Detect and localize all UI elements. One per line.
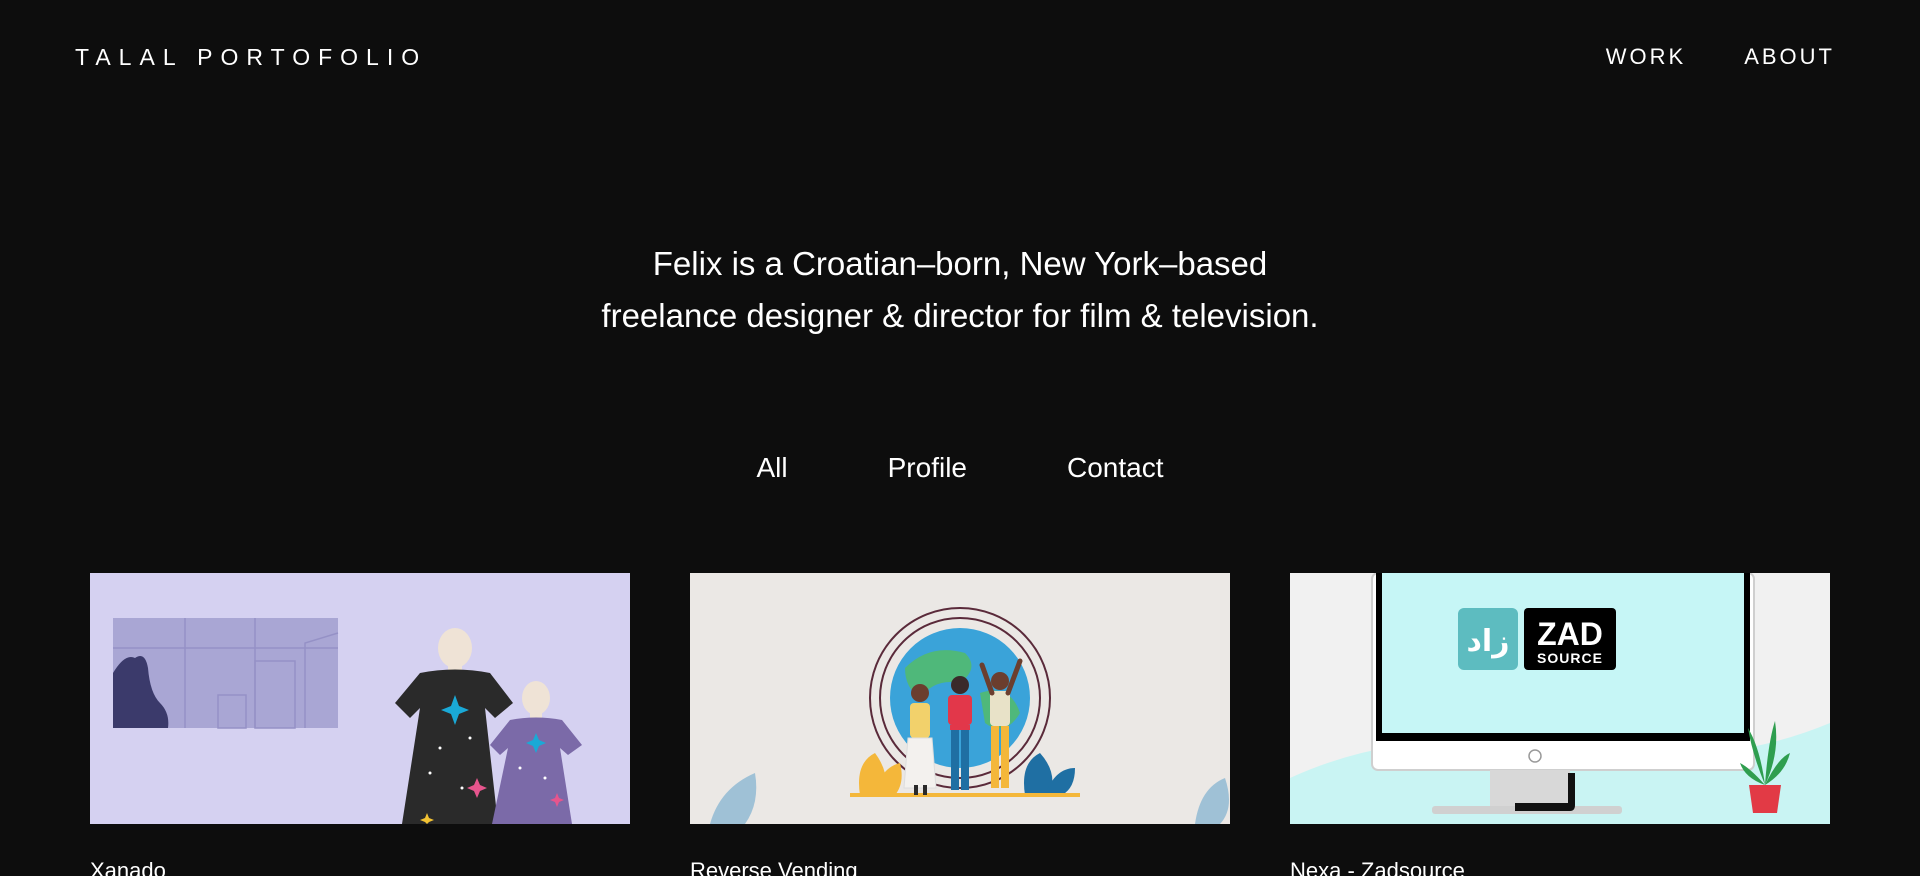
brand-logo[interactable]: TALAL PORTOFOLIO bbox=[75, 44, 427, 71]
project-title-nexa-zadsource[interactable]: Nexa - Zadsource bbox=[1290, 858, 1465, 876]
project-card-reverse-vending[interactable]: Reverse Vending bbox=[690, 573, 1230, 876]
main-nav: WORK ABOUT bbox=[1606, 44, 1835, 70]
reverse-vending-illustration bbox=[690, 573, 1230, 824]
filter-all[interactable]: All bbox=[757, 452, 788, 484]
nav-about-link[interactable]: ABOUT bbox=[1744, 44, 1835, 70]
filter-bar: All Profile Contact bbox=[0, 452, 1920, 484]
logo-arabic-text: زاد bbox=[1467, 624, 1510, 659]
project-thumbnail-reverse-vending[interactable] bbox=[690, 573, 1230, 824]
hero-line-1: Felix is a Croatian–born, New York–based bbox=[652, 245, 1268, 282]
hero-line-2: freelance designer & director for film &… bbox=[601, 297, 1319, 334]
nav-work-link[interactable]: WORK bbox=[1606, 44, 1686, 70]
project-title-reverse-vending[interactable]: Reverse Vending bbox=[690, 858, 858, 876]
project-card-nexa-zadsource[interactable]: زاد ZAD SOURCE Nexa - Zadsource bbox=[1290, 573, 1830, 876]
filter-profile[interactable]: Profile bbox=[888, 452, 967, 484]
project-thumbnail-nexa-zadsource[interactable]: زاد ZAD SOURCE bbox=[1290, 573, 1830, 824]
xanado-illustration bbox=[90, 573, 630, 824]
logo-source-text: SOURCE bbox=[1537, 650, 1603, 666]
hero-intro: Felix is a Croatian–born, New York–based… bbox=[0, 238, 1920, 342]
zadsource-illustration: زاد ZAD SOURCE bbox=[1290, 573, 1830, 824]
portfolio-page: TALAL PORTOFOLIO WORK ABOUT Felix is a C… bbox=[0, 0, 1920, 876]
project-thumbnail-xanado[interactable] bbox=[90, 573, 630, 824]
project-card-xanado[interactable]: Xanado bbox=[90, 573, 630, 876]
filter-contact[interactable]: Contact bbox=[1067, 452, 1164, 484]
project-title-xanado[interactable]: Xanado bbox=[90, 858, 166, 876]
logo-zad-text: ZAD bbox=[1537, 616, 1603, 652]
